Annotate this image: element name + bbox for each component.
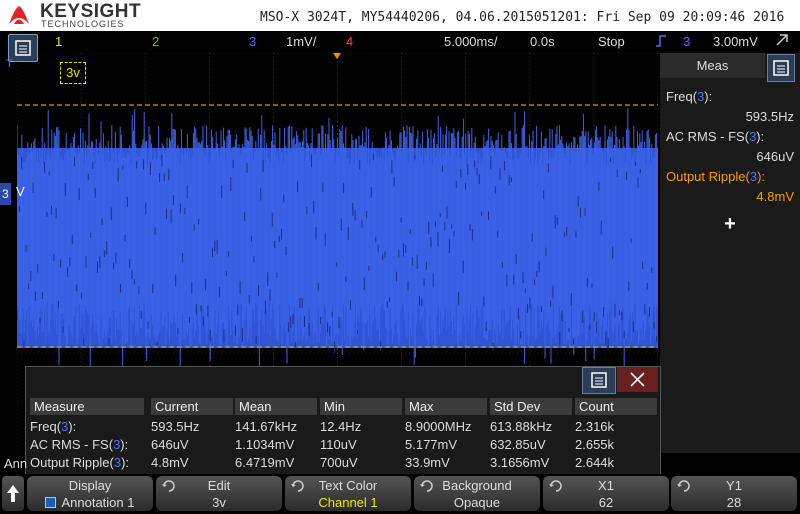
trigger-level[interactable]: 3.00mV	[713, 34, 758, 49]
ch3-marker-number: 3	[2, 187, 9, 201]
table-cell: 8.9000MHz	[405, 419, 472, 434]
table-cell: 33.9mV	[405, 455, 450, 470]
trigger-marker: T	[6, 58, 13, 70]
table-cell: 2.655k	[575, 437, 615, 452]
table-cell: 12.4Hz	[320, 419, 362, 434]
instrument-title: MSO-X 3024T, MY54440206, 04.06.201505120…	[260, 10, 785, 25]
expand-arrow-icon[interactable]	[776, 34, 788, 46]
softkey-value: 62	[598, 495, 614, 510]
meas-menu-button[interactable]	[767, 54, 795, 82]
softkey-value: Annotation 1	[27, 495, 153, 510]
table-menu-button[interactable]	[582, 367, 616, 394]
table-cell: 141.67kHz	[235, 419, 298, 434]
softkey-title: Text Color	[318, 478, 378, 493]
col-header-std-dev: Std Dev	[490, 398, 572, 415]
table-row-label: Output Ripple(3):	[30, 455, 130, 470]
softkey-title: Y1	[726, 478, 742, 493]
add-measurement-button[interactable]: +	[660, 213, 800, 236]
ch2-indicator[interactable]: 2	[152, 34, 159, 49]
up-arrow-icon	[7, 485, 19, 502]
table-cell: 5.177mV	[405, 437, 458, 452]
close-icon	[630, 372, 645, 387]
softkey-edit[interactable]: Edit 3v	[156, 476, 282, 511]
keysight-logo-icon	[9, 6, 29, 24]
delay[interactable]: 0.0s	[530, 34, 555, 49]
table-cell: 632.85uV	[490, 437, 546, 452]
measurement-sidebar: Freq(3): 593.5Hz AC RMS - FS(3): 646uV O…	[660, 53, 800, 453]
col-header-min: Min	[320, 398, 402, 415]
table-row-label: Freq(3):	[30, 419, 77, 434]
col-header-current: Current	[151, 398, 233, 415]
checkbox-icon	[45, 497, 57, 508]
table-cell: 4.8mV	[151, 455, 189, 470]
sidebar-acrms-value: 646uV	[756, 149, 794, 164]
softkey-y1[interactable]: Y1 28	[671, 476, 797, 511]
table-close-button[interactable]	[617, 367, 658, 392]
softkey-title: Edit	[207, 478, 231, 493]
table-cell: 593.5Hz	[151, 419, 200, 434]
softkey-x1[interactable]: X1 62	[543, 476, 669, 511]
table-cell: 6.4719mV	[235, 455, 295, 470]
table-cell: 700uV	[320, 455, 358, 470]
table-row-label: AC RMS - FS(3):	[30, 437, 129, 452]
softkey-title: Background	[442, 478, 512, 493]
softkey-title: Display	[68, 478, 112, 493]
col-header-max: Max	[405, 398, 487, 415]
ch1-indicator[interactable]: 1	[55, 34, 62, 49]
run-state[interactable]: Stop	[598, 34, 625, 49]
list-icon	[591, 372, 607, 388]
table-cell: 646uV	[151, 437, 189, 452]
softkey-value: Opaque	[453, 495, 501, 510]
sidebar-ripple-label: Output Ripple(3):	[666, 169, 766, 184]
col-header-measure: Measure	[30, 398, 144, 415]
softkey-value: Channel 1	[318, 495, 378, 510]
brand-subtitle: TECHNOLOGIES	[41, 19, 125, 29]
table-cell: 1.1034mV	[235, 437, 295, 452]
softkey-title: X1	[598, 478, 614, 493]
trigger-edge-icon	[656, 35, 666, 47]
list-icon	[773, 60, 789, 76]
softkey-background[interactable]: Background Opaque	[414, 476, 540, 511]
title-bar: KEYSIGHT TECHNOLOGIES MSO-X 3024T, MY544…	[0, 0, 800, 31]
status-row: 1 2 3 1mV/ 4 5.000ms/ 0.0s Stop 3 3.00mV	[0, 31, 800, 62]
timebase[interactable]: 5.000ms/	[444, 34, 497, 49]
sidebar-freq-value: 593.5Hz	[745, 109, 794, 124]
table-cell: 3.1656mV	[490, 455, 550, 470]
trigger-position-marker-icon	[333, 53, 341, 59]
softkey-display[interactable]: Display Annotation 1	[27, 476, 153, 511]
tab-meas[interactable]: Meas	[660, 53, 765, 78]
ch3-ground-marker[interactable]: 3	[0, 183, 11, 205]
table-cell: 613.88kHz	[490, 419, 553, 434]
softkey-value: 28	[726, 495, 742, 510]
table-cell: 2.316k	[575, 419, 615, 434]
back-button[interactable]	[2, 476, 24, 511]
col-header-mean: Mean	[235, 398, 317, 415]
trigger-channel[interactable]: 3	[683, 34, 690, 49]
sidebar-acrms-label: AC RMS - FS(3):	[666, 129, 765, 144]
annotation-1[interactable]: 3v	[60, 62, 86, 84]
col-header-count: Count	[575, 398, 657, 415]
meas-tab-header: Meas	[660, 53, 765, 78]
softkey-text-color[interactable]: Text Color Channel 1	[285, 476, 411, 511]
ch3-scale[interactable]: 1mV/	[286, 34, 316, 49]
menu-title-cut: Ann	[4, 456, 28, 471]
table-cell: 2.644k	[575, 455, 615, 470]
ch3-marker-suffix: V	[16, 184, 25, 199]
ch3-waveform	[17, 108, 658, 370]
softkey-value: 3v	[212, 495, 226, 510]
sidebar-ripple-value: 4.8mV	[756, 189, 794, 204]
table-cell: 110uV	[320, 437, 357, 452]
sidebar-freq-label: Freq(3):	[666, 89, 713, 104]
ch4-indicator[interactable]: 4	[346, 34, 353, 49]
ch3-indicator[interactable]: 3	[249, 34, 256, 49]
